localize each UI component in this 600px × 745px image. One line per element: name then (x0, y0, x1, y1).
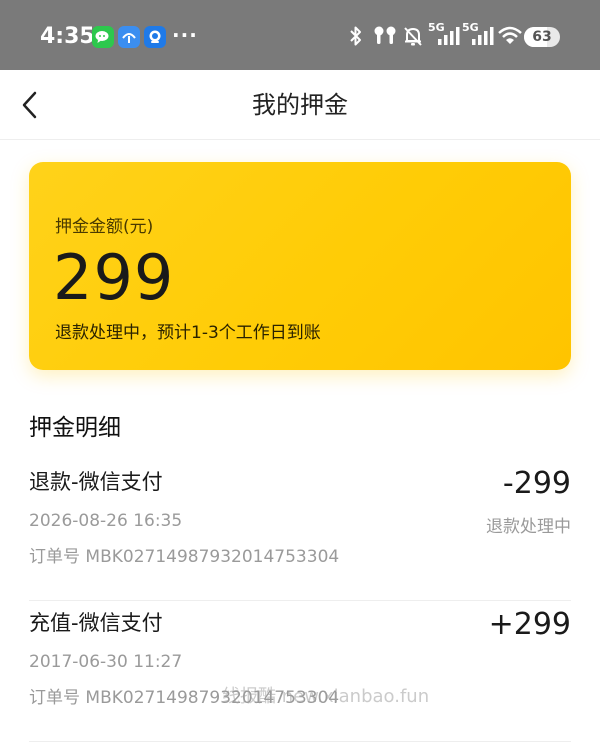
battery-level: 63 (532, 29, 552, 45)
record-time: 2017-06-30 11:27 (29, 652, 183, 672)
details-section-title: 押金明细 (29, 415, 121, 441)
refund-status-text: 退款处理中，预计1-3个工作日到账 (55, 323, 321, 343)
more-notifications-icon: ··· (172, 23, 198, 47)
mute-icon (402, 24, 424, 48)
record-amount: +299 (488, 607, 571, 642)
deposit-card: 押金金额(元) 299 退款处理中，预计1-3个工作日到账 (29, 162, 571, 370)
page-title: 我的押金 (252, 91, 348, 119)
chat-app-icon (144, 26, 166, 48)
signal-icon (470, 24, 494, 48)
nav-bar: 我的押金 (0, 70, 600, 140)
wechat-icon (92, 26, 114, 48)
deposit-record-item[interactable]: 充值-微信支付 2017-06-30 11:27 订单号 MBK02714987… (29, 607, 571, 742)
back-arrow-icon (22, 91, 37, 119)
record-time: 2026-08-26 16:35 (29, 511, 183, 531)
record-status: 退款处理中 (486, 517, 571, 537)
earbuds-icon (372, 24, 398, 48)
status-time: 4:35 (40, 24, 95, 49)
record-title: 充值-微信支付 (29, 611, 163, 635)
record-title: 退款-微信支付 (29, 470, 163, 494)
back-button[interactable] (12, 87, 48, 123)
signal-icon (436, 24, 460, 48)
record-order-number: 订单号 MBK02714987932014753304 (29, 688, 340, 708)
airdrop-app-icon (118, 26, 140, 48)
bluetooth-icon (348, 24, 364, 48)
wifi-icon (498, 24, 522, 48)
deposit-record-item[interactable]: 退款-微信支付 2026-08-26 16:35 订单号 MBK02714987… (29, 466, 571, 601)
record-amount: -299 (502, 466, 571, 501)
deposit-amount: 299 (53, 241, 175, 314)
battery-icon: 63 (524, 27, 560, 47)
status-bar: 4:35 ··· 5G 5G 63 (0, 0, 600, 70)
record-order-number: 订单号 MBK02714987932014753304 (29, 547, 340, 567)
deposit-label: 押金金额(元) (55, 217, 154, 237)
